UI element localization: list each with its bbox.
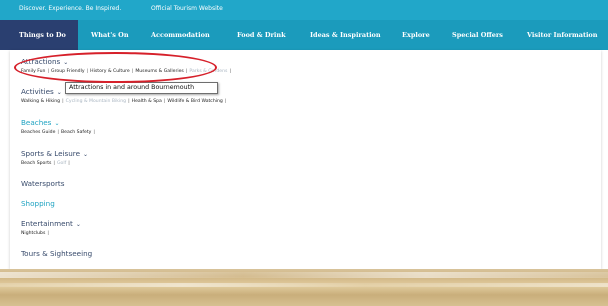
- separator: |: [185, 69, 188, 74]
- attractions-links: Family Fun | Group Friendly | History & Cult…: [21, 69, 233, 74]
- link-history-culture[interactable]: History & Culture: [90, 69, 130, 74]
- beaches-links: Beaches Guide | Beach Safety |: [21, 130, 97, 135]
- nav-item-whats-on[interactable]: What's On: [91, 20, 129, 50]
- link-nightclubs[interactable]: Nightclubs: [21, 231, 45, 236]
- link-health-spa[interactable]: Health & Spa: [132, 99, 162, 104]
- nav-item-accommodation[interactable]: Accommodation: [151, 20, 210, 50]
- category-beaches[interactable]: Beaches ⌄: [21, 118, 59, 127]
- attractions-tooltip: Attractions in and around Bournemouth: [65, 82, 218, 94]
- category-activities[interactable]: Activities ⌄: [21, 87, 62, 96]
- separator: |: [47, 69, 50, 74]
- nav-item-ideas-inspiration[interactable]: Ideas & Inspiration: [310, 20, 381, 50]
- chevron-down-icon: ⌄: [56, 89, 62, 96]
- category-watersports[interactable]: Watersports: [21, 179, 64, 188]
- category-beaches-label: Beaches: [21, 118, 52, 127]
- link-beaches-guide[interactable]: Beaches Guide: [21, 130, 55, 135]
- entertainment-links: Nightclubs |: [21, 231, 51, 236]
- separator: |: [163, 99, 166, 104]
- link-beach-safety[interactable]: Beach Safety: [61, 130, 91, 135]
- link-beach-sports[interactable]: Beach Sports: [21, 161, 51, 166]
- link-museums-galleries[interactable]: Museums & Galleries: [135, 69, 184, 74]
- nav-item-things-to-do[interactable]: Things to Do: [0, 20, 78, 50]
- nav-item-explore[interactable]: Explore: [402, 20, 430, 50]
- separator: |: [57, 130, 59, 135]
- link-parks-gardens[interactable]: Parks & Gardens: [189, 69, 227, 74]
- beach-background-image: [0, 269, 608, 306]
- separator: |: [128, 99, 130, 104]
- category-entertainment-label: Entertainment: [21, 219, 73, 228]
- link-group-friendly[interactable]: Group Friendly: [51, 69, 85, 74]
- link-family-fun[interactable]: Family Fun: [21, 69, 45, 74]
- chevron-down-icon: ⌄: [54, 120, 60, 127]
- official-website-label[interactable]: Official Tourism Website: [151, 5, 223, 12]
- main-navigation: Things to Do What's On Accommodation Foo…: [0, 20, 608, 50]
- link-walking-hiking[interactable]: Walking & Hiking: [21, 99, 60, 104]
- category-sports-leisure-label: Sports & Leisure: [21, 149, 81, 158]
- chevron-down-icon: ⌄: [63, 59, 69, 66]
- separator: |: [62, 99, 64, 104]
- link-golf[interactable]: Golf: [57, 161, 66, 166]
- activities-links: Walking & Hiking | Cycling & Mountain Biki…: [21, 99, 228, 104]
- separator: |: [68, 161, 70, 166]
- category-activities-label: Activities: [21, 87, 54, 96]
- category-tours-sightseeing-label: Tours & Sightseeing: [21, 249, 93, 258]
- link-cycling-mountain-biking[interactable]: Cycling & Mountain Biking: [66, 99, 126, 104]
- tagline: Discover. Experience. Be Inspired.: [19, 5, 122, 12]
- nav-item-visitor-information[interactable]: Visitor Information: [527, 20, 598, 50]
- separator: |: [53, 161, 55, 166]
- surf-wave: [0, 283, 608, 287]
- category-sports-leisure[interactable]: Sports & Leisure ⌄: [21, 149, 88, 158]
- chevron-down-icon: ⌄: [83, 151, 89, 158]
- top-banner: Discover. Experience. Be Inspired. Offic…: [0, 0, 608, 20]
- separator: |: [86, 69, 89, 74]
- link-wildlife-bird-watching[interactable]: Wildlife & Bird Watching: [167, 99, 222, 104]
- category-shopping-label: Shopping: [21, 199, 55, 208]
- category-entertainment[interactable]: Entertainment ⌄: [21, 219, 81, 228]
- separator: |: [47, 231, 49, 236]
- separator: |: [131, 69, 134, 74]
- separator: |: [93, 130, 95, 135]
- chevron-down-icon: ⌄: [75, 221, 81, 228]
- separator: |: [224, 99, 227, 104]
- surf-wave: [0, 272, 608, 278]
- sports-leisure-links: Beach Sports | Golf |: [21, 161, 72, 166]
- separator: |: [229, 69, 232, 74]
- category-watersports-label: Watersports: [21, 179, 65, 188]
- category-attractions-label: Attractions: [21, 57, 61, 66]
- category-shopping[interactable]: Shopping: [21, 199, 55, 208]
- category-tours-sightseeing[interactable]: Tours & Sightseeing: [21, 249, 92, 258]
- category-attractions[interactable]: Attractions ⌄: [21, 57, 68, 66]
- nav-item-special-offers[interactable]: Special Offers: [452, 20, 503, 50]
- nav-item-food-drink[interactable]: Food & Drink: [237, 20, 286, 50]
